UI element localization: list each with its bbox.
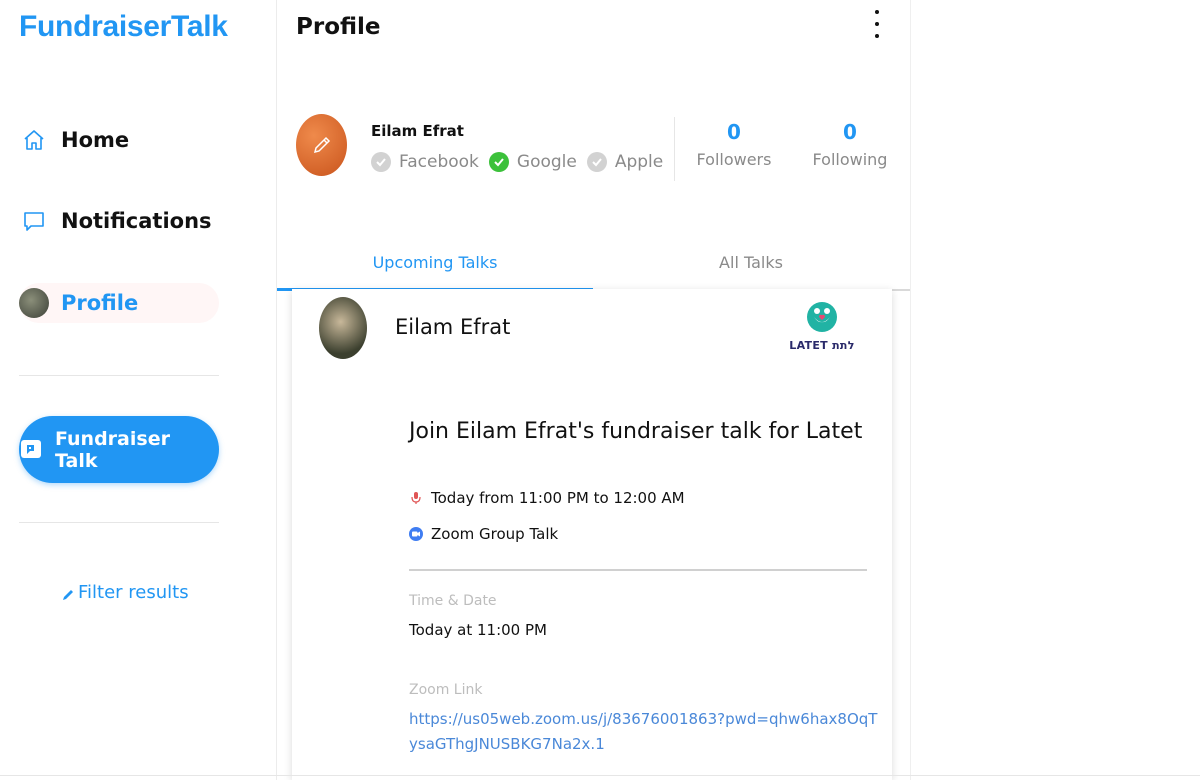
zoom-link[interactable]: https://us05web.zoom.us/j/83676001863?pw… [409,707,879,757]
followers-stat[interactable]: 0 Followers [684,120,784,169]
talk-type-text: Zoom Group Talk [431,525,559,543]
pencil-icon [61,586,75,600]
time-date-label: Time & Date [409,593,497,609]
talk-type: Zoom Group Talk [409,525,558,543]
profile-avatar[interactable] [296,114,347,176]
host-avatar[interactable] [319,297,367,359]
divider [409,569,867,571]
edit-pencil-icon [313,136,330,154]
microphone-icon [409,491,423,505]
message-icon [19,206,49,236]
tab-upcoming-talks[interactable]: Upcoming Talks [277,253,593,272]
latet-logo-text: LATET לתת [789,339,855,352]
tab-all-talks[interactable]: All Talks [593,253,909,272]
talk-time-text: Today from 11:00 PM to 12:00 AM [431,489,685,507]
fundraiser-talk-label: Fundraiser Talk [55,427,170,472]
host-name[interactable]: Eilam Efrat [395,315,510,339]
brand-logo[interactable]: FundraiserTalk [19,10,228,44]
time-date-value: Today at 11:00 PM [409,621,547,639]
sidebar-item-label: Home [61,128,130,152]
provider-label: Google [516,152,577,172]
provider-google: Google [488,152,577,172]
filter-results-label: Filter results [78,582,189,603]
provider-facebook: Facebook [371,152,479,172]
sidebar-item-label: Profile [61,291,139,315]
latet-logo-icon [806,301,838,333]
check-icon [371,152,391,172]
followers-label: Followers [696,150,772,169]
following-label: Following [812,150,888,169]
talk-card[interactable]: Eilam Efrat LATET לתת Join Eilam Efrat's… [292,289,892,780]
provider-label: Facebook [399,152,479,172]
divider [19,375,219,376]
tab-bar: Upcoming Talks All Talks [277,245,910,291]
following-stat[interactable]: 0 Following [800,120,900,169]
main-panel: Profile Eilam Efrat Facebook Google Appl… [277,0,911,780]
provider-label: Apple [614,152,664,172]
zoom-icon [409,527,423,541]
organization-logo[interactable]: LATET לתת [787,301,857,361]
sidebar-item-profile[interactable]: Profile [19,283,219,323]
avatar [19,288,49,318]
followers-count: 0 [727,120,741,144]
check-icon [488,152,509,172]
divider [674,117,675,181]
divider [19,522,219,523]
login-providers: Facebook Google Apple [371,152,673,172]
fundraiser-talk-button[interactable]: Fundraiser Talk [19,416,219,483]
sidebar-item-label: Notifications [61,209,212,233]
more-options-icon[interactable] [867,10,887,38]
following-count: 0 [843,120,857,144]
provider-apple: Apple [586,152,664,172]
zoom-link-label: Zoom Link [409,682,483,698]
page-title: Profile [296,14,381,40]
talk-icon [19,438,43,462]
sidebar-item-notifications[interactable]: Notifications [19,206,212,236]
sidebar-item-home[interactable]: Home [19,125,129,155]
filter-results-link[interactable]: Filter results [61,582,189,603]
home-icon [19,125,49,155]
sidebar: FundraiserTalk Home Notifications Profil… [0,0,277,780]
profile-name: Eilam Efrat [371,122,464,140]
check-icon [586,152,607,172]
talk-time: Today from 11:00 PM to 12:00 AM [409,489,685,507]
bottom-divider [0,775,1200,776]
talk-title: Join Eilam Efrat's fundraiser talk for L… [409,419,863,444]
